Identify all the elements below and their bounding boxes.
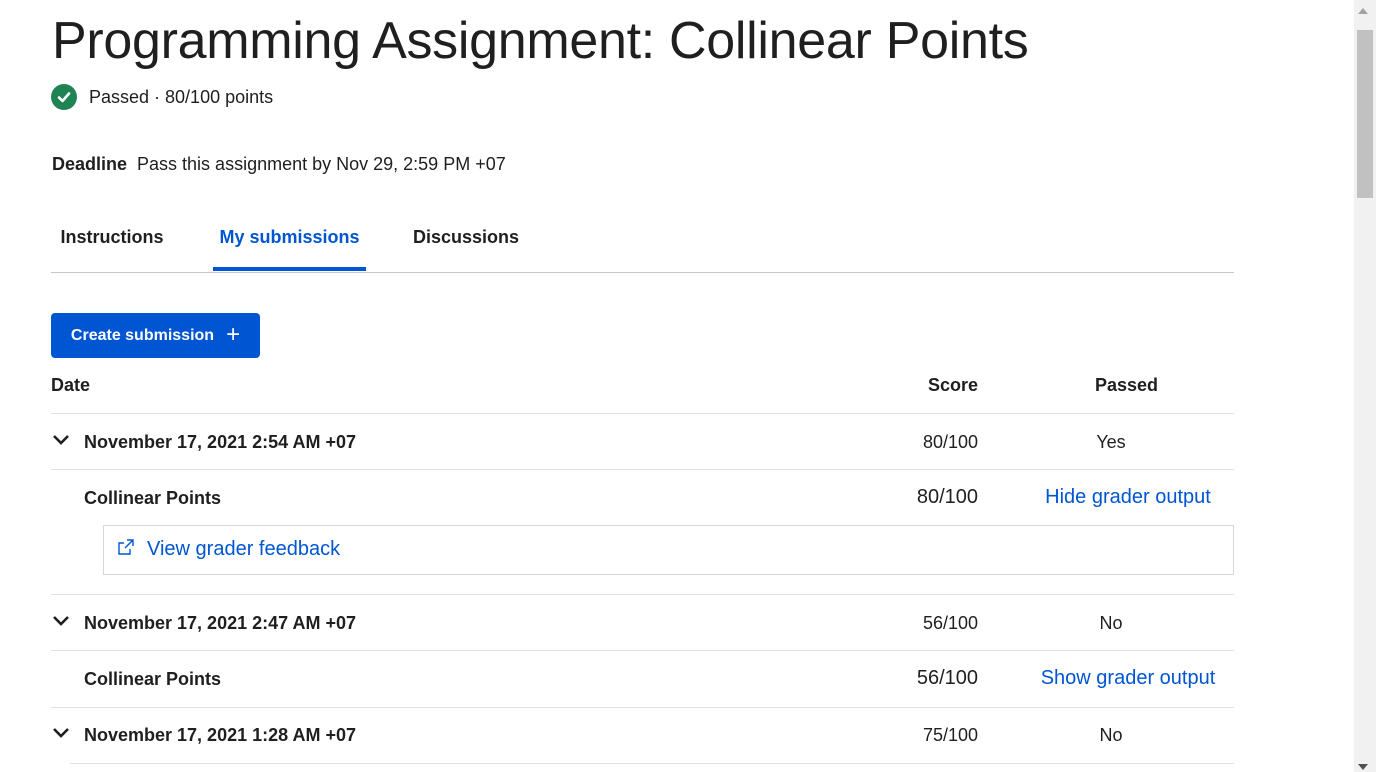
part-name: Collinear Points [84, 669, 222, 689]
grader-feedback-panel: View grader feedback [103, 525, 1234, 575]
assignment-tabs: Instructions My submissions Discussions [51, 212, 1234, 273]
chevron-down-icon[interactable] [51, 611, 71, 631]
deadline-info: Deadline Pass this assignment by Nov 29, … [52, 154, 506, 175]
scroll-down-arrow-icon[interactable] [1358, 764, 1368, 770]
chevron-down-icon[interactable] [51, 723, 71, 743]
view-grader-feedback-label: View grader feedback [147, 538, 341, 560]
vertical-scrollbar[interactable] [1354, 0, 1376, 772]
column-header-passed: Passed [1095, 375, 1159, 395]
divider [70, 763, 1234, 764]
passed-value: No [1099, 613, 1123, 633]
submission-date: November 17, 2021 2:54 AM +07 [84, 432, 356, 452]
tab-instructions[interactable]: Instructions [51, 212, 173, 270]
page-title: Programming Assignment: Collinear Points [52, 12, 1029, 70]
divider [51, 650, 1234, 651]
show-grader-output-link[interactable]: Show grader output [1041, 667, 1216, 690]
submission-date: November 17, 2021 1:28 AM +07 [84, 725, 356, 745]
chevron-down-icon[interactable] [51, 430, 71, 450]
part-score: 56/100 [916, 667, 978, 689]
external-link-icon [117, 538, 135, 561]
scrollbar-thumb[interactable] [1357, 30, 1373, 198]
submission-score: 56/100 [922, 613, 978, 633]
view-grader-feedback-link[interactable]: View grader feedback [117, 538, 340, 561]
divider [51, 707, 1234, 708]
divider [51, 469, 1234, 470]
passed-value: Yes [1096, 432, 1126, 452]
column-header-date: Date [51, 375, 91, 395]
check-circle-icon [51, 84, 77, 110]
divider [51, 413, 1234, 414]
part-score: 80/100 [916, 486, 978, 508]
tab-my-submissions[interactable]: My submissions [213, 212, 366, 271]
submission-score: 80/100 [922, 432, 978, 452]
part-name: Collinear Points [84, 488, 222, 508]
submission-score: 75/100 [922, 725, 978, 745]
column-header-score: Score [927, 375, 978, 395]
create-submission-label: Create submission [70, 326, 215, 344]
create-submission-button[interactable]: Create submission + [51, 313, 260, 358]
assignment-status: Passed · 80/100 points [51, 84, 273, 110]
deadline-label: Deadline [52, 154, 128, 174]
tab-discussions[interactable]: Discussions [405, 212, 527, 270]
submission-date: November 17, 2021 2:47 AM +07 [84, 613, 356, 633]
hide-grader-output-link[interactable]: Hide grader output [1045, 486, 1211, 509]
divider [51, 594, 1234, 595]
plus-icon: + [226, 320, 241, 348]
passed-value: No [1099, 725, 1123, 745]
status-text: Passed · 80/100 points [89, 86, 274, 107]
deadline-text: Pass this assignment by Nov 29, 2:59 PM … [137, 154, 506, 174]
scroll-up-arrow-icon[interactable] [1358, 8, 1368, 14]
